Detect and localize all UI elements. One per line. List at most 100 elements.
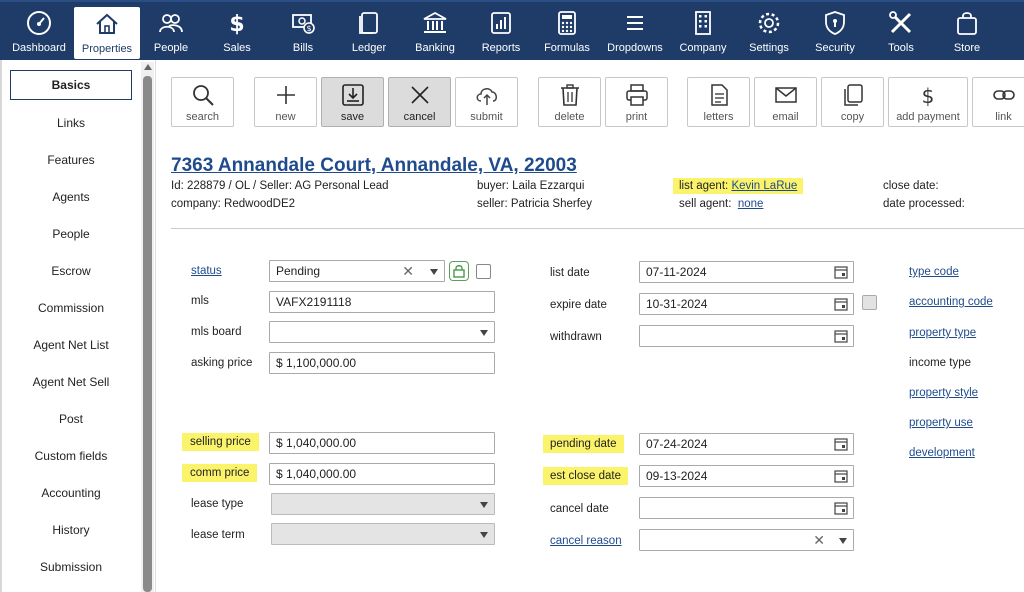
nav-label-dropdowns: Dropdowns (607, 42, 663, 54)
nav-item-people[interactable]: People (138, 4, 204, 60)
nav-item-security[interactable]: Security (802, 4, 868, 60)
letters-button[interactable]: letters (687, 77, 750, 127)
sell-agent-label: sell agent: (679, 198, 732, 210)
property-type-link[interactable]: property type (909, 327, 976, 339)
plus-icon (276, 86, 295, 104)
pending-date-input[interactable]: 07-24-2024 (639, 433, 854, 455)
clear-icon[interactable]: ✕ (813, 530, 825, 550)
type-code-link[interactable]: type code (909, 266, 959, 278)
nav-item-sales[interactable]: $ Sales (204, 4, 270, 60)
scrollbar-thumb[interactable] (143, 76, 152, 592)
cancel-reason-select[interactable]: ✕ (639, 529, 854, 551)
nav-item-properties[interactable]: Properties (74, 7, 140, 59)
copy-icon (843, 84, 863, 106)
sidebar-item-accounting[interactable]: Accounting (10, 478, 132, 508)
mls-board-select[interactable] (269, 321, 495, 343)
sidebar-item-agent-net-list[interactable]: Agent Net List (10, 330, 132, 360)
nav-item-store[interactable]: Store (934, 4, 1000, 60)
list-date-input[interactable]: 07-11-2024 (639, 261, 854, 283)
property-use-link[interactable]: property use (909, 417, 973, 429)
cancel-date-input[interactable] (639, 497, 854, 519)
list-date-label: list date (550, 267, 590, 279)
print-button[interactable]: print (605, 77, 668, 127)
status-label[interactable]: status (191, 265, 222, 277)
calendar-icon[interactable] (834, 329, 848, 343)
property-address-title[interactable]: 7363 Annandale Court, Annandale, VA, 220… (171, 155, 577, 177)
property-id-line: Id: 228879 / OL / Seller: AG Personal Le… (171, 180, 389, 192)
lease-term-label: lease term (191, 529, 245, 541)
sidebar-item-basics[interactable]: Basics (10, 70, 132, 100)
pending-date-value: 07-24-2024 (646, 437, 708, 451)
income-type-label: income type (909, 357, 972, 369)
shopping-bag-icon (957, 12, 977, 35)
property-style-link[interactable]: property style (909, 387, 978, 399)
sidebar-item-features[interactable]: Features (10, 145, 132, 175)
search-button[interactable]: search (171, 77, 234, 127)
nav-item-banking[interactable]: Banking (402, 4, 468, 60)
new-button[interactable]: new (254, 77, 317, 127)
sidebar-item-agents[interactable]: Agents (10, 182, 132, 212)
cloud-upload-icon (476, 88, 497, 105)
chevron-down-icon (480, 532, 488, 538)
chevron-down-icon[interactable] (839, 538, 847, 544)
sidebar-item-escrow[interactable]: Escrow (10, 256, 132, 286)
lease-term-select (271, 523, 495, 545)
sidebar-item-post[interactable]: Post (10, 404, 132, 434)
nav-item-dropdowns[interactable]: Dropdowns (602, 4, 668, 60)
lock-toggle[interactable] (449, 261, 469, 281)
sidebar-item-commission[interactable]: Commission (10, 293, 132, 323)
sidebar-scrollbar[interactable] (141, 62, 154, 592)
chevron-down-icon[interactable] (430, 269, 438, 275)
submit-button[interactable]: submit (455, 77, 518, 127)
sell-agent-link[interactable]: none (738, 198, 764, 210)
sidebar-item-agent-net-sell[interactable]: Agent Net Sell (10, 367, 132, 397)
calendar-icon[interactable] (834, 501, 848, 515)
list-agent-link[interactable]: Kevin LaRue (731, 180, 797, 192)
cancel-date-label: cancel date (550, 503, 609, 515)
cancel-button[interactable]: cancel (388, 77, 451, 127)
accounting-code-link[interactable]: accounting code (909, 296, 993, 308)
nav-item-formulas[interactable]: Formulas (534, 4, 600, 60)
nav-item-bills[interactable]: $ Bills (270, 4, 336, 60)
est-close-date-input[interactable]: 09-13-2024 (639, 465, 854, 487)
calendar-icon[interactable] (834, 265, 848, 279)
comm-price-input[interactable]: $ 1,040,000.00 (269, 463, 495, 485)
sidebar-item-people[interactable]: People (10, 219, 132, 249)
nav-item-reports[interactable]: Reports (468, 4, 534, 60)
chevron-down-icon[interactable] (480, 330, 488, 336)
asking-price-input[interactable]: $ 1,100,000.00 (269, 352, 495, 374)
mls-input[interactable]: VAFX2191118 (269, 291, 495, 313)
date-processed-label: date processed: (883, 198, 965, 210)
nav-item-company[interactable]: Company (670, 4, 736, 60)
email-button[interactable]: email (754, 77, 817, 127)
expire-date-input[interactable]: 10-31-2024 (639, 293, 854, 315)
link-button-label: link (995, 111, 1012, 123)
sidebar-item-links[interactable]: Links (10, 108, 132, 138)
sidebar-item-history[interactable]: History (10, 515, 132, 545)
nav-item-ledger[interactable]: Ledger (336, 4, 402, 60)
nav-item-dashboard[interactable]: Dashboard (6, 4, 72, 60)
delete-button[interactable]: delete (538, 77, 601, 127)
sidebar-item-submission[interactable]: Submission (10, 552, 132, 582)
people-icon (159, 14, 183, 33)
nav-item-settings[interactable]: Settings (736, 4, 802, 60)
calendar-icon[interactable] (834, 469, 848, 483)
expire-date-checkbox[interactable] (862, 295, 877, 310)
selling-price-input[interactable]: $ 1,040,000.00 (269, 432, 495, 454)
save-button[interactable]: save (321, 77, 384, 127)
calendar-icon[interactable] (834, 437, 848, 451)
calendar-icon[interactable] (834, 297, 848, 311)
withdrawn-date-input[interactable] (639, 325, 854, 347)
cancel-reason-link[interactable]: cancel reason (550, 535, 622, 547)
scroll-up-arrow-icon[interactable] (144, 64, 152, 70)
copy-button-label: copy (840, 111, 865, 123)
copy-button[interactable]: copy (821, 77, 884, 127)
status-checkbox[interactable] (476, 264, 491, 279)
add-payment-button[interactable]: $ add payment (888, 77, 968, 127)
clear-icon[interactable]: ✕ (402, 261, 414, 281)
sidebar-item-custom-fields[interactable]: Custom fields (10, 441, 132, 471)
link-button[interactable]: link (972, 77, 1024, 127)
status-select[interactable]: Pending ✕ (269, 260, 445, 282)
development-link[interactable]: development (909, 447, 975, 459)
nav-item-tools[interactable]: Tools (868, 4, 934, 60)
